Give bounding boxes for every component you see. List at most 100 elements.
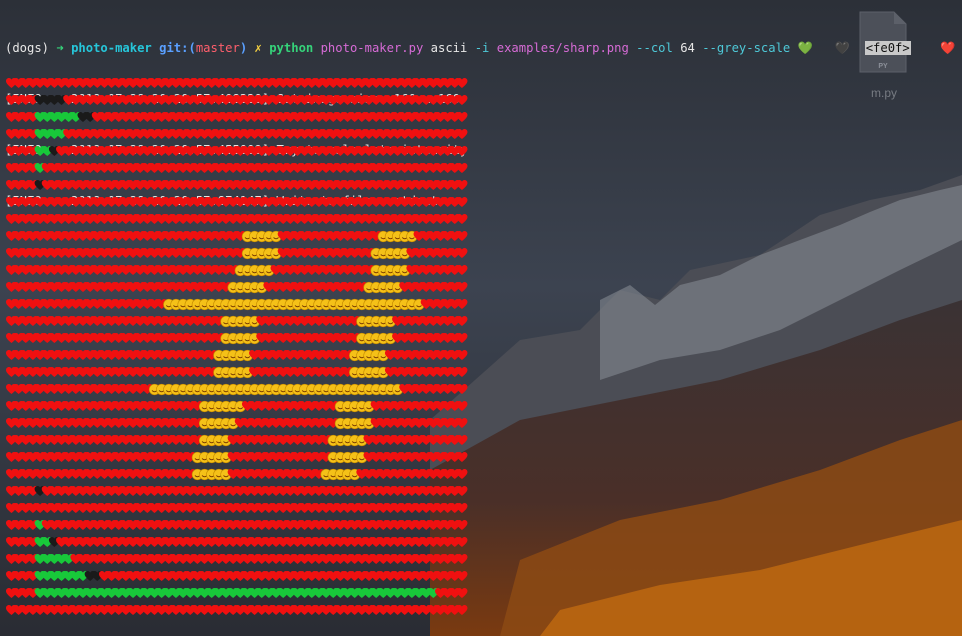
- red-heart-icon: [456, 384, 468, 394]
- red-heart-icon: [456, 469, 468, 479]
- red-heart-icon: [456, 197, 468, 207]
- art-row-glyphs: [6, 197, 468, 207]
- red-heart-icon: [456, 520, 468, 530]
- art-row-glyphs: [6, 451, 468, 464]
- art-row-glyphs: [6, 366, 468, 379]
- green-heart-icon: 💚: [797, 41, 813, 55]
- red-heart-icon: [456, 282, 468, 292]
- command-program: python: [269, 41, 314, 55]
- art-row-glyphs: [6, 264, 468, 277]
- art-row: [6, 194, 475, 211]
- art-row-glyphs: [6, 281, 468, 294]
- art-row: [6, 534, 475, 551]
- art-row-glyphs: [6, 95, 468, 105]
- art-row: [6, 585, 475, 602]
- command-flag-col: --col: [636, 41, 673, 55]
- art-row: [6, 466, 475, 483]
- red-heart-icon: [456, 418, 468, 428]
- art-row-glyphs: [6, 417, 468, 430]
- art-row: [6, 602, 475, 619]
- art-row-glyphs: [6, 214, 468, 224]
- red-heart-icon: [456, 367, 468, 377]
- virtualenv-label: (dogs): [5, 41, 50, 55]
- art-row-glyphs: [6, 332, 468, 345]
- red-heart-icon: [456, 129, 468, 139]
- art-row: [6, 330, 475, 347]
- art-row-glyphs: [6, 588, 468, 598]
- red-heart-icon: [456, 537, 468, 547]
- art-row: [6, 296, 475, 313]
- art-row: [6, 432, 475, 449]
- red-heart-icon: [456, 486, 468, 496]
- command-line: (dogs) ➜ photo-maker git:(master) ✗ pyth…: [5, 40, 957, 57]
- art-row: [6, 398, 475, 415]
- red-heart-icon: [456, 350, 468, 360]
- art-row-glyphs: [6, 571, 468, 581]
- art-row: [6, 500, 475, 517]
- prompt-arrow-icon: ➜: [56, 41, 64, 55]
- art-row-glyphs: [6, 247, 468, 260]
- art-row-glyphs: [6, 349, 468, 362]
- red-heart-icon: [456, 452, 468, 462]
- art-row: [6, 75, 475, 92]
- red-heart-icon: [456, 333, 468, 343]
- red-heart-icon: [456, 265, 468, 275]
- art-row-glyphs: [6, 78, 468, 88]
- art-row: [6, 160, 475, 177]
- art-row: [6, 347, 475, 364]
- red-heart-icon: [456, 316, 468, 326]
- art-row: [6, 483, 475, 500]
- art-row: [6, 449, 475, 466]
- art-row: [6, 126, 475, 143]
- red-heart-icon: [456, 180, 468, 190]
- art-row: [6, 551, 475, 568]
- red-heart-icon: [456, 554, 468, 564]
- art-row: [6, 211, 475, 228]
- red-heart-icon: [456, 605, 468, 615]
- red-heart-icon: [456, 163, 468, 173]
- command-input-file: examples/sharp.png: [496, 41, 629, 55]
- red-heart-icon: [456, 95, 468, 105]
- art-row: [6, 568, 475, 585]
- art-row-glyphs: [6, 400, 468, 413]
- red-heart-icon: [456, 588, 468, 598]
- art-row: [6, 245, 475, 262]
- art-row: [6, 177, 475, 194]
- current-directory: photo-maker: [71, 41, 152, 55]
- art-row-glyphs: [6, 434, 468, 447]
- art-row: [6, 381, 475, 398]
- command-col-value: 64: [680, 41, 695, 55]
- red-heart-icon: [456, 112, 468, 122]
- art-row: [6, 262, 475, 279]
- art-row-glyphs: [6, 146, 468, 156]
- art-row-glyphs: [6, 180, 468, 190]
- art-row-glyphs: [6, 383, 468, 396]
- art-row-glyphs: [6, 230, 468, 243]
- art-row-glyphs: [6, 129, 468, 139]
- git-prefix: git:(: [159, 41, 196, 55]
- command-flag-input: -i: [474, 41, 490, 55]
- art-row: [6, 228, 475, 245]
- command-flag-grey: --grey-scale: [702, 41, 791, 55]
- git-branch: master: [195, 41, 240, 55]
- red-heart-icon: [456, 571, 468, 581]
- art-row-glyphs: [6, 605, 468, 615]
- red-heart-icon: [456, 299, 468, 309]
- command-script: photo-maker.py: [320, 41, 424, 55]
- art-row-glyphs: [6, 163, 468, 173]
- command-subcommand: ascii: [430, 41, 468, 55]
- art-row: [6, 313, 475, 330]
- art-row-glyphs: [6, 112, 468, 122]
- art-row: [6, 415, 475, 432]
- art-row-glyphs: [6, 468, 468, 481]
- art-row-glyphs: [6, 298, 468, 311]
- red-heart-icon: [456, 401, 468, 411]
- red-heart-icon: [456, 248, 468, 258]
- art-row-glyphs: [6, 554, 468, 564]
- black-heart-icon: 🖤: [834, 41, 851, 55]
- red-heart-icon: ❤️: [940, 41, 956, 55]
- red-heart-icon: [456, 435, 468, 445]
- art-row: [6, 279, 475, 296]
- art-row-glyphs: [6, 537, 468, 547]
- red-heart-icon: [456, 78, 468, 88]
